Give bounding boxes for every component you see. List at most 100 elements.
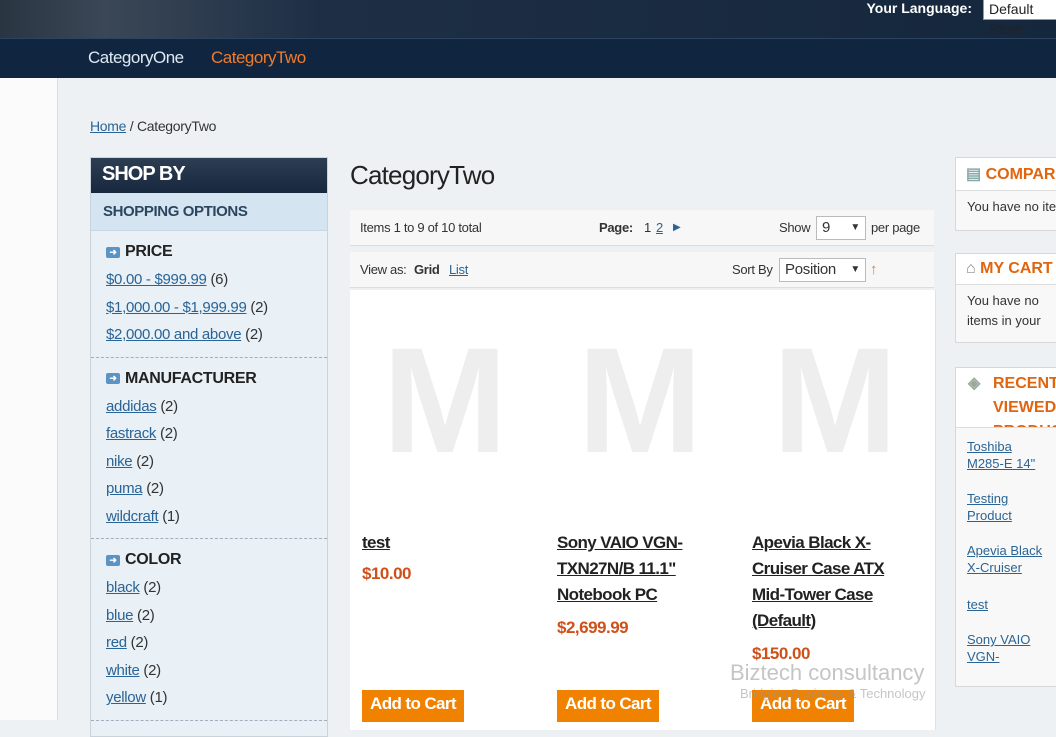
layered-navigation: SHOP BY SHOPPING OPTIONS ➜ PRICE $0.00 - $…	[90, 157, 328, 737]
recent-product-link[interactable]: Toshiba M285-E 14"	[967, 439, 1035, 471]
product-item: M Sony VAIO VGN-TXN27N/B 11.1" Notebook …	[545, 290, 741, 730]
dropdown-icon: ▼	[850, 222, 860, 233]
product-placeholder-image[interactable]: M	[760, 320, 910, 480]
nav-category-one[interactable]: CategoryOne	[88, 48, 184, 68]
sort-by-label: Sort By	[732, 262, 773, 277]
watermark-tagline: Bridging Business & Technology	[740, 686, 926, 701]
sort-select[interactable]: Position ▼	[779, 258, 866, 282]
filter-count: (2)	[137, 606, 155, 624]
filter-price: ➜ PRICE $0.00 - $999.99 (6) $1,000.00 - $1,…	[91, 231, 327, 358]
filter-link[interactable]: fastrack	[106, 425, 156, 442]
main-nav: CategoryOne CategoryTwo	[0, 38, 1056, 78]
recent-product-link[interactable]: Apevia Black X-Cruiser Case ATX Mid-Towe…	[967, 543, 1042, 578]
items-count: Items 1 to 9 of 10 total	[360, 220, 482, 235]
product-name-link[interactable]: Sony VAIO VGN-TXN27N/B 11.1" Notebook PC	[557, 530, 707, 608]
filter-option: $0.00 - $999.99 (6)	[106, 266, 312, 294]
page-2-link[interactable]: 2	[656, 210, 663, 246]
filter-link[interactable]: white	[106, 662, 140, 679]
shop-by-title: SHOP BY	[91, 158, 327, 193]
product-placeholder-image[interactable]: M	[370, 320, 520, 480]
product-name-link[interactable]: Apevia Black X-Cruiser Case ATX Mid-Towe…	[752, 530, 902, 634]
product-item: M test $10.00 Add to Cart	[350, 290, 546, 730]
compare-block: ▤ COMPARE PRODUCTS You have no items to …	[955, 157, 1056, 231]
product-name-link[interactable]: test	[362, 530, 512, 556]
show-label: Show	[779, 220, 811, 235]
filter-count: (2)	[160, 397, 178, 415]
filter-option: $2,000.00 and above (2)	[106, 321, 312, 349]
filter-count: (2)	[250, 298, 268, 316]
limit-select[interactable]: 9 ▼	[816, 216, 866, 240]
filter-link[interactable]: $0.00 - $999.99	[106, 271, 207, 288]
filter-link[interactable]: red	[106, 634, 127, 651]
filter-count: (2)	[143, 579, 161, 596]
filter-link[interactable]: $1,000.00 - $1,999.99	[106, 299, 247, 316]
filter-count: (2)	[143, 661, 161, 679]
collapse-icon[interactable]: ➜	[106, 246, 120, 258]
header-top: Your Language: Default Store	[0, 0, 1056, 38]
filter-count: (2)	[160, 425, 178, 442]
per-page-label: per page	[871, 220, 920, 235]
watermark: Biztech consultancy Bridging Business & T…	[730, 660, 926, 701]
compare-empty: You have no items to compare.	[967, 199, 1056, 214]
filter-count: (1)	[149, 689, 168, 706]
nav-category-two[interactable]: CategoryTwo	[211, 48, 306, 68]
collapse-icon[interactable]: ➜	[106, 373, 120, 384]
language-select[interactable]: Default Store	[983, 0, 1056, 37]
filter-count: (6)	[210, 271, 228, 288]
filter-link[interactable]: blue	[106, 607, 133, 624]
view-as-label: View as:	[360, 262, 407, 277]
dropdown-icon: ▼	[850, 264, 860, 275]
page-margin	[0, 78, 58, 720]
view-grid: Grid	[414, 262, 440, 277]
recent-product-link[interactable]: Testing Product	[967, 491, 1012, 523]
product-price: $10.00	[362, 564, 412, 583]
view-list-link[interactable]: List	[449, 252, 468, 288]
compare-icon: ▤	[966, 166, 986, 183]
filter-link[interactable]: addidas	[106, 398, 157, 415]
category-main: CategoryTwo Items 1 to 9 of 10 total Pag…	[350, 150, 936, 730]
breadcrumb-home[interactable]: Home	[90, 118, 126, 134]
sort-toolbar: View as: Grid List Sort By Position ▼ ↑	[350, 252, 934, 288]
language-label: Your Language:	[866, 0, 972, 16]
filter-count: (2)	[245, 326, 263, 343]
filter-option: puma (2)	[106, 475, 312, 503]
cart-empty: You have no items in your shopping cart.	[967, 293, 1041, 328]
add-to-cart-button[interactable]: Add to Cart	[557, 690, 659, 722]
filter-option: yellow (1)	[106, 684, 312, 712]
filter-link[interactable]: yellow	[106, 689, 146, 706]
filter-link[interactable]: $2,000.00 and above	[106, 326, 242, 343]
cart-title: MY CART	[980, 260, 1053, 277]
filter-count: (2)	[146, 480, 164, 497]
recently-viewed-block: ◈ RECENTLY VIEWED PRODUCTS Toshiba M285-E…	[955, 367, 1056, 687]
filter-title: MANUFACTURER	[125, 369, 257, 387]
breadcrumb-sep: /	[126, 118, 137, 134]
filter-count: (2)	[130, 634, 149, 651]
breadcrumb-current: CategoryTwo	[136, 118, 217, 134]
add-to-cart-button[interactable]: Add to Cart	[362, 690, 464, 722]
filter-title: PRICE	[125, 243, 173, 260]
filter-option: red (2)	[106, 629, 312, 657]
sort-direction-icon[interactable]: ↑	[870, 252, 878, 288]
collapse-icon[interactable]: ➜	[106, 554, 120, 566]
page-current: 1	[644, 220, 651, 235]
filter-link[interactable]: black	[106, 579, 140, 596]
filter-color: ➜ COLOR black (2) blue (2) red (2) white (2) y…	[91, 539, 327, 721]
filter-link[interactable]: puma	[106, 480, 143, 497]
tag-icon: ◈	[968, 375, 981, 392]
recent-product-link[interactable]: Sony VAIO VGN-TXN27N/B 11.1" Notebook PC	[967, 632, 1044, 667]
next-page-icon[interactable]: ▶	[673, 210, 681, 246]
filter-option: white (2)	[106, 657, 312, 685]
shopping-options-title: SHOPPING OPTIONS	[91, 193, 327, 231]
recent-product-link[interactable]: test	[967, 597, 988, 612]
filter-link[interactable]: nike	[106, 453, 133, 470]
filter-option: blue (2)	[106, 602, 312, 630]
filter-title: COLOR	[125, 551, 182, 568]
filter-option: addidas (2)	[106, 393, 312, 421]
compare-title: COMPARE PRODUCTS	[985, 166, 1056, 183]
filter-option: $1,000.00 - $1,999.99 (2)	[106, 294, 312, 322]
filter-link[interactable]: wildcraft	[106, 508, 159, 525]
product-placeholder-image[interactable]: M	[565, 320, 715, 480]
filter-count: (2)	[136, 452, 154, 470]
cart-block: ⌂ MY CART You have no items in your shop…	[955, 253, 1056, 343]
product-price: $2,699.99	[557, 618, 629, 637]
